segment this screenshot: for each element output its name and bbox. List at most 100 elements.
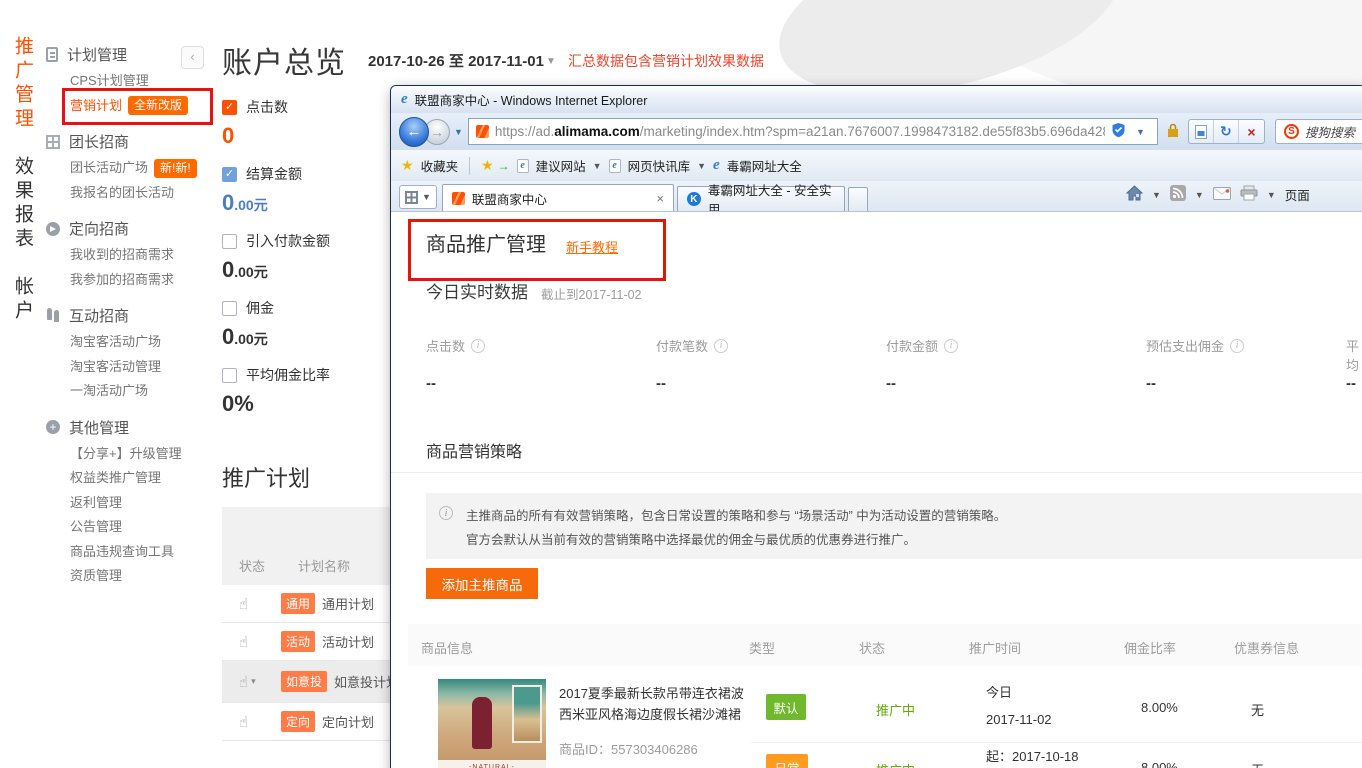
- plan-type-badge: 如意投: [281, 671, 327, 692]
- compatibility-view-icon[interactable]: [1189, 120, 1214, 143]
- back-button[interactable]: ←: [399, 117, 429, 147]
- sidebar-item-joined-demands[interactable]: 我参加的招商需求: [46, 268, 216, 293]
- stop-icon[interactable]: ×: [1239, 120, 1264, 143]
- sidebar-group-header[interactable]: 团长招商: [46, 127, 216, 156]
- browser-title-bar[interactable]: e 联盟商家中心 - Windows Internet Explorer: [391, 86, 1362, 113]
- pins-icon: [46, 308, 60, 323]
- commission-rate: 8.00%: [1141, 700, 1178, 715]
- tab-alliance-merchant-center[interactable]: 联盟商家中心 ×: [442, 184, 674, 211]
- suggested-sites-icon: e: [517, 159, 529, 173]
- grid-icon: [46, 135, 60, 149]
- sidebar-item-received-demands[interactable]: 我收到的招商需求: [46, 243, 216, 268]
- add-favorite-icon[interactable]: ★: [481, 157, 494, 174]
- plan-name[interactable]: 通用计划: [322, 594, 374, 613]
- mail-icon[interactable]: [1213, 187, 1231, 203]
- rt-value: --: [426, 375, 436, 392]
- checkbox-checked[interactable]: ✓: [222, 167, 237, 182]
- rt-metric-commission: 预估支出佣金i: [1146, 336, 1244, 355]
- thumb-hand-icon[interactable]: ☝: [222, 713, 281, 731]
- sidebar-group-label: 定向招商: [69, 218, 129, 239]
- column-promo-time: 推广时间: [969, 638, 1021, 657]
- url-text: https://ad.alimama.com/marketing/index.h…: [495, 124, 1105, 139]
- nav-item-effect-reports[interactable]: 效果报表: [9, 156, 36, 252]
- tab-close-icon[interactable]: ×: [656, 191, 664, 206]
- info-icon[interactable]: i: [471, 339, 485, 353]
- info-icon[interactable]: i: [944, 339, 958, 353]
- sidebar-collapse-button[interactable]: ‹: [181, 46, 204, 69]
- sidebar-item-share-upgrade[interactable]: 【分享+】升级管理: [46, 442, 216, 467]
- nav-item-account[interactable]: 帐户: [9, 276, 36, 324]
- refresh-icon[interactable]: ↻: [1214, 120, 1239, 143]
- plan-name[interactable]: 定向计划: [322, 712, 374, 731]
- sidebar-item-leader-plaza[interactable]: 团长活动广场 新!新!: [46, 156, 216, 181]
- info-icon[interactable]: i: [1230, 339, 1244, 353]
- chevron-down-icon[interactable]: ▼: [593, 161, 602, 171]
- metric-value: 0: [222, 123, 397, 149]
- primary-nav: 推广管理 效果报表 帐户: [9, 36, 36, 324]
- plan-name[interactable]: 活动计划: [322, 632, 374, 651]
- product-title[interactable]: 2017夏季最新长款吊带连衣裙波西米亚风格海边度假长裙沙滩裙: [559, 683, 755, 725]
- sogou-logo-icon: S: [1284, 124, 1299, 139]
- nav-item-promotion-management[interactable]: 推广管理: [9, 36, 36, 132]
- sidebar-item-violation-query-tool[interactable]: 商品违规查询工具: [46, 540, 216, 565]
- favorites-item-duba-site[interactable]: 毒霸网址大全: [727, 156, 802, 175]
- tab-duba-site[interactable]: K 毒霸网址大全 - 安全实用...: [677, 186, 845, 211]
- rt-value: --: [1146, 375, 1156, 392]
- column-plan-name: 计划名称: [298, 556, 350, 575]
- favorites-item-suggested-sites[interactable]: 建议网站: [536, 156, 586, 175]
- address-bar[interactable]: https://ad.alimama.com/marketing/index.h…: [468, 118, 1158, 145]
- thumb-hand-icon[interactable]: ☝▾: [222, 673, 281, 691]
- sidebar-item-announcement-management[interactable]: 公告管理: [46, 515, 216, 540]
- chevron-down-icon[interactable]: ▼: [1152, 190, 1161, 200]
- plan-type-badge: 活动: [281, 631, 315, 652]
- window-title: 联盟商家中心 - Windows Internet Explorer: [415, 90, 648, 109]
- print-icon[interactable]: [1240, 185, 1258, 204]
- chevron-down-icon[interactable]: ▼: [1195, 190, 1204, 200]
- page-menu-button[interactable]: 页面: [1285, 185, 1310, 204]
- search-placeholder: 搜狗搜索: [1305, 122, 1355, 141]
- product-id: 商品ID：557303406286: [559, 739, 698, 758]
- sidebar-item-my-leader-activities[interactable]: 我报名的团长活动: [46, 181, 216, 206]
- home-icon[interactable]: [1126, 185, 1143, 204]
- sidebar-group-header[interactable]: 定向招商: [46, 214, 216, 243]
- add-main-product-button[interactable]: 添加主推商品: [426, 568, 538, 599]
- search-box[interactable]: S 搜狗搜索: [1275, 119, 1362, 144]
- sidebar-item-rebate-management[interactable]: 返利管理: [46, 491, 216, 516]
- history-dropdown-icon[interactable]: ▼: [454, 127, 463, 137]
- chevron-down-icon[interactable]: ▼: [697, 161, 706, 171]
- feeds-icon[interactable]: [1170, 185, 1186, 204]
- quick-tabs-button[interactable]: ▼: [399, 185, 437, 209]
- divider: [469, 157, 470, 175]
- sidebar-item-rights-promotion[interactable]: 权益类推广管理: [46, 466, 216, 491]
- product-image-inset: [512, 685, 542, 743]
- checkbox-checked[interactable]: ✓: [222, 100, 237, 115]
- checkbox-unchecked[interactable]: [222, 234, 237, 249]
- product-image[interactable]: -NATURAL-: [438, 679, 546, 768]
- new-badge: 新!新!: [154, 159, 197, 178]
- new-tab-stub[interactable]: [848, 187, 868, 211]
- web-slices-icon: e: [609, 159, 621, 173]
- checkbox-unchecked[interactable]: [222, 301, 237, 316]
- checkbox-unchecked[interactable]: [222, 368, 237, 383]
- favorites-item-web-slices[interactable]: 网页快讯库: [628, 156, 691, 175]
- favorites-button[interactable]: 收藏夹: [421, 156, 459, 175]
- ie-logo-icon: e: [401, 92, 408, 107]
- metric-commission: 佣金 0.00元: [222, 298, 397, 350]
- thumb-hand-icon[interactable]: ☝: [222, 633, 281, 651]
- date-range-selector[interactable]: 2017-10-26 至 2017-11-01▼: [368, 50, 556, 71]
- product-image-figure: [472, 697, 492, 749]
- info-icon[interactable]: i: [714, 339, 728, 353]
- sidebar-item-taobaoke-management[interactable]: 淘宝客活动管理: [46, 355, 216, 380]
- address-dropdown-icon[interactable]: ▼: [1136, 127, 1145, 137]
- chevron-down-icon[interactable]: ▼: [1267, 190, 1276, 200]
- sidebar-item-etao-plaza[interactable]: 一淘活动广场: [46, 379, 216, 404]
- sidebar-item-taobaoke-plaza[interactable]: 淘宝客活动广场: [46, 330, 216, 355]
- browser-window: e 联盟商家中心 - Windows Internet Explorer ← →…: [390, 85, 1362, 768]
- sidebar-group-header[interactable]: + 其他管理: [46, 413, 216, 442]
- sidebar-item-qualification-management[interactable]: 资质管理: [46, 564, 216, 589]
- thumb-hand-icon[interactable]: ☝: [222, 595, 281, 613]
- rt-metric-payment: 付款金额i: [886, 336, 958, 355]
- sidebar-group-label: 互动招商: [69, 305, 129, 326]
- plan-type-badge: 通用: [281, 593, 315, 614]
- sidebar-group-header[interactable]: 互动招商: [46, 301, 216, 330]
